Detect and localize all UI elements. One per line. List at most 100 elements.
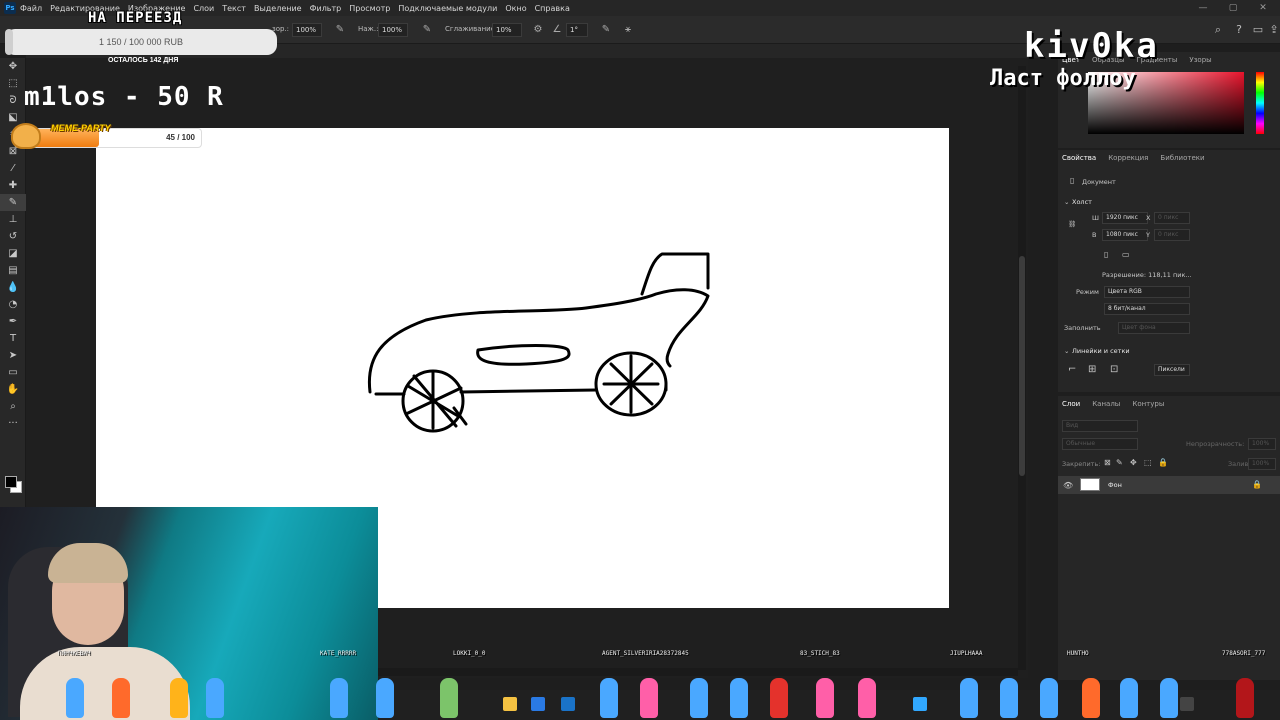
search-icon[interactable]: ⌕ bbox=[1210, 22, 1226, 38]
pen-tool-icon[interactable]: ✒ bbox=[0, 313, 26, 330]
tab-channels[interactable]: Каналы bbox=[1092, 400, 1120, 408]
tab-adjustments[interactable]: Коррекция bbox=[1108, 154, 1148, 162]
lock-pixels-icon[interactable]: ✎ bbox=[1116, 458, 1123, 467]
vertical-scrollbar[interactable] bbox=[1018, 66, 1026, 670]
orientation-portrait-icon[interactable]: ▯ bbox=[1104, 250, 1108, 259]
width-label: Ш bbox=[1092, 214, 1099, 222]
layer-filter-field[interactable]: Вид bbox=[1062, 420, 1138, 432]
rulers-section-chevron-icon[interactable]: ⌄ bbox=[1064, 347, 1069, 355]
settings-gear-icon[interactable]: ⚙ bbox=[531, 23, 545, 37]
hand-tool-icon[interactable]: ✋ bbox=[0, 381, 26, 398]
blend-mode-select[interactable]: Обычные bbox=[1062, 438, 1138, 450]
clone-stamp-tool-icon[interactable]: ⊥ bbox=[0, 211, 26, 228]
layer-opacity-field[interactable]: 100% bbox=[1248, 438, 1276, 450]
help-icon[interactable]: ? bbox=[1231, 22, 1247, 38]
menu-window[interactable]: Окно bbox=[505, 4, 526, 13]
layer-row[interactable]: 👁 Фон 🔒 bbox=[1058, 476, 1280, 494]
healing-tool-icon[interactable]: ✚ bbox=[0, 177, 26, 194]
y-field[interactable]: 0 пикс bbox=[1154, 229, 1190, 241]
angle-field[interactable]: 1° bbox=[566, 23, 588, 37]
menu-layers[interactable]: Слои bbox=[193, 4, 214, 13]
store-icon[interactable] bbox=[531, 697, 545, 711]
menu-type[interactable]: Текст bbox=[222, 4, 246, 13]
photoshop-taskbar-icon[interactable] bbox=[913, 697, 927, 711]
history-brush-tool-icon[interactable]: ↺ bbox=[0, 228, 26, 245]
pressure-size-icon[interactable]: ✎ bbox=[599, 23, 613, 37]
chat-username: 778ASORI_777 bbox=[1222, 650, 1266, 657]
menu-file[interactable]: Файл bbox=[20, 4, 42, 13]
grid-icon[interactable]: ⊞ bbox=[1088, 364, 1096, 375]
layer-name[interactable]: Фон bbox=[1108, 481, 1122, 489]
eraser-tool-icon[interactable]: ◪ bbox=[0, 245, 26, 262]
pressure-field[interactable]: 100% bbox=[378, 23, 408, 37]
tab-paths[interactable]: Контуры bbox=[1132, 400, 1164, 408]
lock-artboard-icon[interactable]: ⬚ bbox=[1144, 458, 1152, 467]
fill-label: Заполнить bbox=[1064, 324, 1101, 332]
hue-slider[interactable] bbox=[1256, 72, 1264, 134]
canvas-section-chevron-icon[interactable]: ⌄ bbox=[1064, 198, 1069, 206]
bit-depth-select[interactable]: 8 бит/канал bbox=[1104, 303, 1190, 315]
rulers-section-title[interactable]: Линейки и сетки bbox=[1072, 347, 1130, 355]
canvas-section-title[interactable]: Холст bbox=[1072, 198, 1092, 206]
guides-icon[interactable]: ⊡ bbox=[1110, 364, 1118, 375]
smoothing-field[interactable]: 10% bbox=[492, 23, 522, 37]
gradient-tool-icon[interactable]: ▤ bbox=[0, 262, 26, 279]
x-field[interactable]: 0 пикс bbox=[1154, 212, 1190, 224]
lock-transparent-icon[interactable]: ⊠ bbox=[1104, 458, 1111, 467]
tab-libraries[interactable]: Библиотеки bbox=[1160, 154, 1204, 162]
layer-fill-field[interactable]: 100% bbox=[1248, 458, 1276, 470]
menu-view[interactable]: Просмотр bbox=[349, 4, 390, 13]
menu-plugins[interactable]: Подключаемые модули bbox=[398, 4, 497, 13]
marquee-tool-icon[interactable]: ⬚ bbox=[0, 75, 26, 92]
height-field[interactable]: 1080 пикс bbox=[1102, 229, 1148, 241]
dodge-tool-icon[interactable]: ◔ bbox=[0, 296, 26, 313]
menu-filter[interactable]: Фильтр bbox=[310, 4, 342, 13]
maximize-icon[interactable]: ▢ bbox=[1222, 0, 1244, 16]
minimize-icon[interactable]: — bbox=[1192, 0, 1214, 16]
airbrush-icon[interactable]: ✎ bbox=[420, 23, 434, 37]
file-explorer-icon[interactable] bbox=[503, 697, 517, 711]
opacity-field[interactable]: 100% bbox=[292, 23, 322, 37]
chat-username: LOKKI_0_0 bbox=[453, 650, 486, 657]
pressure-opacity-icon[interactable]: ✎ bbox=[333, 23, 347, 37]
outlook-icon[interactable] bbox=[561, 697, 575, 711]
blur-tool-icon[interactable]: 💧 bbox=[0, 279, 26, 296]
width-field[interactable]: 1920 пикс bbox=[1102, 212, 1148, 224]
tab-patterns[interactable]: Узоры bbox=[1189, 56, 1211, 64]
donation-goal-title: НА ПЕРЕЕЗД bbox=[88, 10, 183, 26]
foreground-color-swatch[interactable] bbox=[5, 476, 17, 488]
link-icon[interactable]: ⛓ bbox=[1068, 220, 1076, 228]
rulers-icon[interactable]: ⌐ bbox=[1068, 364, 1076, 375]
menu-help[interactable]: Справка bbox=[535, 4, 570, 13]
menu-select[interactable]: Выделение bbox=[254, 4, 302, 13]
lasso-tool-icon[interactable]: ᘐ bbox=[0, 92, 26, 109]
zoom-tool-icon[interactable]: ⌕ bbox=[0, 398, 26, 415]
layers-panel-tabs: Слои Каналы Контуры bbox=[1058, 396, 1280, 412]
close-icon[interactable]: ✕ bbox=[1252, 0, 1274, 16]
more-tools-icon[interactable]: ··· bbox=[0, 415, 26, 432]
rectangle-tool-icon[interactable]: ▭ bbox=[0, 364, 26, 381]
path-select-tool-icon[interactable]: ➤ bbox=[0, 347, 26, 364]
mode-select[interactable]: Цвета RGB bbox=[1104, 286, 1190, 298]
horizontal-scrollbar[interactable] bbox=[378, 668, 1018, 676]
brush-tool-icon[interactable]: ✎ bbox=[0, 194, 26, 211]
type-tool-icon[interactable]: T bbox=[0, 330, 26, 347]
lock-position-icon[interactable]: ✥ bbox=[1130, 458, 1137, 467]
meme-party-count: 45 / 100 bbox=[166, 133, 195, 142]
tray-icon[interactable] bbox=[1180, 697, 1194, 711]
tab-properties[interactable]: Свойства bbox=[1062, 154, 1096, 162]
move-tool-icon[interactable]: ✥ bbox=[0, 58, 26, 75]
fill-select[interactable]: Цвет фона bbox=[1118, 322, 1190, 334]
share-icon[interactable]: ⇪ bbox=[1266, 22, 1280, 38]
orientation-landscape-icon[interactable]: ▭ bbox=[1122, 250, 1130, 259]
workspace-icon[interactable]: ▭ bbox=[1250, 22, 1266, 38]
lock-all-icon[interactable]: 🔒 bbox=[1158, 458, 1168, 467]
eye-visibility-icon[interactable]: 👁 bbox=[1063, 481, 1073, 490]
vertical-scroll-thumb[interactable] bbox=[1019, 256, 1025, 476]
tab-layers[interactable]: Слои bbox=[1062, 400, 1080, 408]
chat-avatar bbox=[960, 678, 978, 718]
eyedropper-tool-icon[interactable]: ⁄ bbox=[0, 160, 26, 177]
units-select[interactable]: Пиксели bbox=[1154, 364, 1190, 376]
chat-username: ПЯНЧКЕВИЧ bbox=[58, 650, 91, 657]
symmetry-icon[interactable]: ⚹ bbox=[621, 23, 635, 37]
